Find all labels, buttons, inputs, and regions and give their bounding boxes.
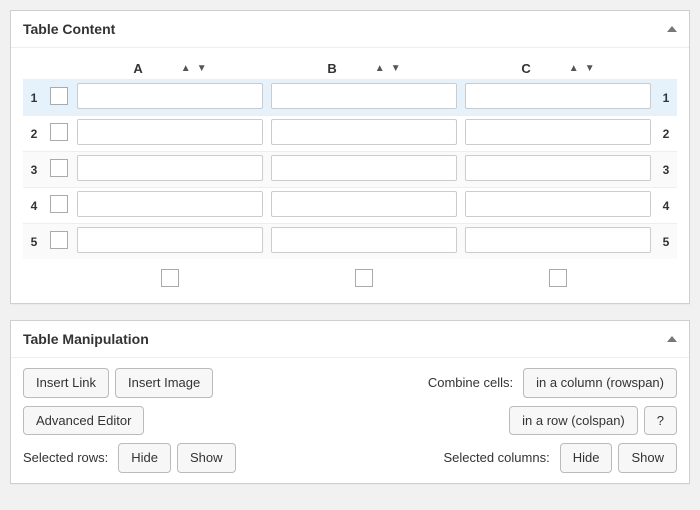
cell-input[interactable] bbox=[465, 83, 651, 109]
row-number-right[interactable]: 3 bbox=[655, 152, 677, 188]
sort-asc-icon[interactable]: ▲ bbox=[375, 63, 385, 74]
row-number-left[interactable]: 4 bbox=[23, 188, 45, 224]
content-grid: A ▲ ▼ B ▲ ▼ bbox=[23, 58, 677, 293]
cell-input[interactable] bbox=[77, 83, 263, 109]
table-manipulation-header[interactable]: Table Manipulation bbox=[11, 321, 689, 358]
table-content-header[interactable]: Table Content bbox=[11, 11, 689, 48]
cell-input[interactable] bbox=[77, 191, 263, 217]
sort-desc-icon[interactable]: ▼ bbox=[197, 63, 207, 74]
row-number-right[interactable]: 1 bbox=[655, 80, 677, 116]
selected-rows-label: Selected rows: bbox=[23, 450, 108, 465]
cell-input[interactable] bbox=[465, 155, 651, 181]
row-checkbox[interactable] bbox=[50, 159, 68, 177]
sort-asc-icon[interactable]: ▲ bbox=[569, 63, 579, 74]
column-header-b[interactable]: B ▲ ▼ bbox=[267, 58, 461, 80]
row-number-left[interactable]: 5 bbox=[23, 224, 45, 260]
cell-input[interactable] bbox=[271, 191, 457, 217]
combine-help-button[interactable]: ? bbox=[644, 406, 677, 436]
column-label: C bbox=[521, 61, 530, 76]
table-manipulation-panel: Table Manipulation Insert Link Insert Im… bbox=[10, 320, 690, 484]
sort-desc-icon[interactable]: ▼ bbox=[585, 63, 595, 74]
rows-show-button[interactable]: Show bbox=[177, 443, 236, 473]
selected-columns-label: Selected columns: bbox=[443, 450, 549, 465]
table-content-body: A ▲ ▼ B ▲ ▼ bbox=[11, 48, 689, 303]
row-number-right[interactable]: 4 bbox=[655, 188, 677, 224]
row-checkbox[interactable] bbox=[50, 123, 68, 141]
row-checkbox[interactable] bbox=[50, 231, 68, 249]
column-b-checkbox[interactable] bbox=[355, 269, 373, 287]
row-checkbox[interactable] bbox=[50, 195, 68, 213]
table-row: 11 bbox=[23, 80, 677, 116]
column-label: A bbox=[133, 61, 142, 76]
sort-desc-icon[interactable]: ▼ bbox=[391, 63, 401, 74]
row-number-right[interactable]: 2 bbox=[655, 116, 677, 152]
combine-cells-label: Combine cells: bbox=[428, 375, 513, 390]
table-row: 33 bbox=[23, 152, 677, 188]
cols-hide-button[interactable]: Hide bbox=[560, 443, 613, 473]
table-row: 44 bbox=[23, 188, 677, 224]
cell-input[interactable] bbox=[77, 227, 263, 253]
cell-input[interactable] bbox=[271, 83, 457, 109]
colspan-button[interactable]: in a row (colspan) bbox=[509, 406, 638, 436]
column-label: B bbox=[327, 61, 336, 76]
cell-input[interactable] bbox=[465, 119, 651, 145]
cell-input[interactable] bbox=[465, 191, 651, 217]
row-number-left[interactable]: 3 bbox=[23, 152, 45, 188]
row-checkbox[interactable] bbox=[50, 87, 68, 105]
column-c-checkbox[interactable] bbox=[549, 269, 567, 287]
cell-input[interactable] bbox=[271, 119, 457, 145]
table-row: 22 bbox=[23, 116, 677, 152]
table-content-title: Table Content bbox=[23, 21, 115, 37]
collapse-icon[interactable] bbox=[667, 336, 677, 342]
row-number-right[interactable]: 5 bbox=[655, 224, 677, 260]
cols-show-button[interactable]: Show bbox=[618, 443, 677, 473]
column-a-checkbox[interactable] bbox=[161, 269, 179, 287]
column-header-c[interactable]: C ▲ ▼ bbox=[461, 58, 655, 80]
collapse-icon[interactable] bbox=[667, 26, 677, 32]
table-row: 55 bbox=[23, 224, 677, 260]
cell-input[interactable] bbox=[77, 119, 263, 145]
cell-input[interactable] bbox=[271, 155, 457, 181]
advanced-editor-button[interactable]: Advanced Editor bbox=[23, 406, 144, 436]
cell-input[interactable] bbox=[465, 227, 651, 253]
rowspan-button[interactable]: in a column (rowspan) bbox=[523, 368, 677, 398]
cell-input[interactable] bbox=[271, 227, 457, 253]
column-header-a[interactable]: A ▲ ▼ bbox=[73, 58, 267, 80]
insert-image-button[interactable]: Insert Image bbox=[115, 368, 213, 398]
sort-asc-icon[interactable]: ▲ bbox=[181, 63, 191, 74]
table-manipulation-body: Insert Link Insert Image Combine cells: … bbox=[11, 358, 689, 483]
cell-input[interactable] bbox=[77, 155, 263, 181]
rows-hide-button[interactable]: Hide bbox=[118, 443, 171, 473]
table-manipulation-title: Table Manipulation bbox=[23, 331, 149, 347]
row-number-left[interactable]: 2 bbox=[23, 116, 45, 152]
table-content-panel: Table Content A ▲ ▼ bbox=[10, 10, 690, 304]
insert-link-button[interactable]: Insert Link bbox=[23, 368, 109, 398]
row-number-left[interactable]: 1 bbox=[23, 80, 45, 116]
